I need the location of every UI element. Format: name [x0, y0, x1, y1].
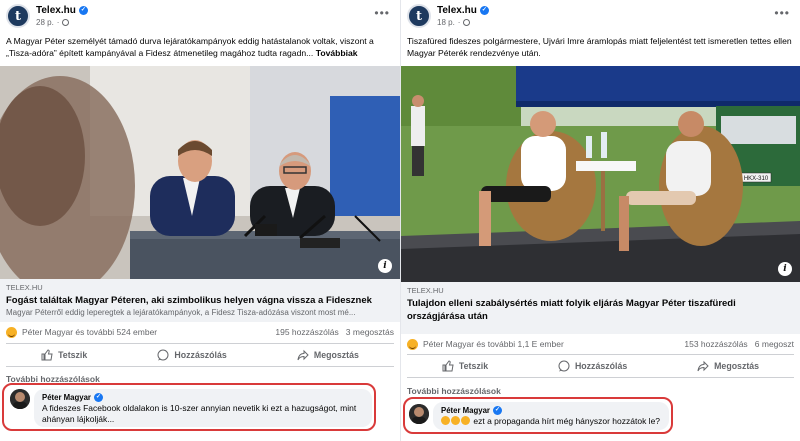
- public-globe-icon: [463, 19, 471, 26]
- share-label: Megosztás: [313, 350, 359, 360]
- post-time-text: 28 p.: [36, 18, 54, 27]
- post-actions: Tetszik Hozzászólás Megosztás: [6, 343, 394, 367]
- page-name-link[interactable]: Telex.hu ✓: [36, 5, 88, 16]
- link-preview-card[interactable]: TELEX.HU Tulajdon elleni szabálysértés m…: [401, 282, 800, 334]
- more-options-icon[interactable]: •••: [374, 6, 390, 20]
- outdoor-stage-photo: HKX-310: [401, 66, 800, 282]
- thumbs-up-icon: [442, 360, 454, 372]
- shares-count[interactable]: 3 megosztás: [346, 327, 394, 337]
- link-preview-image[interactable]: HKX-310 i: [401, 66, 800, 282]
- post-actions: Tetszik Hozzászólás Megosztás: [407, 354, 794, 378]
- like-label: Tetszik: [58, 350, 88, 360]
- verified-badge-icon: ✓: [93, 393, 103, 402]
- comment-author-link[interactable]: Péter Magyar ✓: [42, 393, 364, 402]
- commenter-avatar[interactable]: [10, 389, 30, 409]
- laughing-emoji-icon: [451, 416, 460, 425]
- post-time-text: 18 p.: [437, 18, 455, 27]
- verified-badge-icon: ✓: [78, 6, 88, 15]
- link-title: Tulajdon elleni szabálysértés miatt foly…: [407, 298, 736, 322]
- comment-text: A fideszes Facebook oldalakon is 10-szer…: [42, 403, 357, 424]
- reactions-text[interactable]: Péter Magyar és további 1,1 E ember: [423, 339, 684, 349]
- reactions-summary: Péter Magyar és további 1,1 E ember 153 …: [407, 337, 794, 351]
- highlighted-comment: Péter Magyar ✓ ezt a propaganda hírt még…: [403, 397, 673, 434]
- truck-plate-text: HKX-310: [744, 176, 769, 182]
- page-name-text: Telex.hu: [36, 5, 76, 16]
- comments-count[interactable]: 153 hozzászólás: [684, 339, 747, 349]
- page-avatar[interactable]: t: [407, 4, 431, 28]
- page-avatar[interactable]: t: [6, 4, 30, 28]
- commenter-avatar[interactable]: [409, 404, 429, 424]
- link-domain: TELEX.HU: [407, 286, 444, 295]
- reactions-text[interactable]: Péter Magyar és további 524 ember: [22, 327, 275, 337]
- comment-body: ezt a propaganda hírt még hányszor hozzá…: [473, 416, 661, 426]
- like-button[interactable]: Tetszik: [442, 360, 488, 372]
- public-globe-icon: [62, 19, 70, 26]
- link-description: Magyar Péterről eddig leperegtek a lejár…: [6, 308, 356, 317]
- more-comments-link[interactable]: További hozzászólások: [407, 386, 501, 396]
- post-timestamp[interactable]: 18 p. ·: [437, 18, 471, 27]
- info-icon[interactable]: i: [378, 259, 392, 273]
- comment-bubble-icon: [558, 360, 570, 372]
- reactions-summary: Péter Magyar és további 524 ember 195 ho…: [6, 325, 394, 339]
- laughing-emoji-icon: [461, 416, 470, 425]
- shares-count[interactable]: 6 megoszt: [755, 339, 794, 349]
- share-label: Megosztás: [714, 361, 760, 371]
- comment-label: Hozzászólás: [574, 361, 628, 371]
- share-arrow-icon: [297, 349, 309, 361]
- highlighted-comment: Péter Magyar ✓ A fideszes Facebook oldal…: [2, 383, 376, 431]
- page-name-text: Telex.hu: [437, 5, 477, 16]
- link-domain: TELEX.HU: [6, 283, 43, 292]
- comment-bubble-icon: [157, 349, 169, 361]
- post-body-text: Tiszafüred fideszes polgármestere, Ujvár…: [407, 36, 792, 58]
- comment-author-name: Péter Magyar: [441, 406, 490, 415]
- comment-bubble: Péter Magyar ✓ ezt a propaganda hírt még…: [433, 402, 669, 430]
- like-button[interactable]: Tetszik: [41, 349, 87, 361]
- comments-count[interactable]: 195 hozzászólás: [275, 327, 338, 337]
- comment-bubble: Péter Magyar ✓ A fideszes Facebook oldal…: [34, 389, 372, 427]
- haha-reaction-icon: [6, 326, 17, 338]
- like-label: Tetszik: [458, 361, 489, 371]
- post-card-left: t Telex.hu ✓ 28 p. · ••• A Magyar Péter …: [0, 0, 400, 441]
- haha-reaction-icon: [407, 338, 418, 350]
- post-header: t Telex.hu ✓ 28 p. · •••: [0, 0, 400, 32]
- see-more-link[interactable]: Továbbiak: [316, 48, 358, 58]
- share-arrow-icon: [697, 360, 709, 372]
- share-button[interactable]: Megosztás: [297, 349, 359, 361]
- laughing-emoji-icon: [441, 416, 450, 425]
- comment-label: Hozzászólás: [174, 350, 227, 360]
- page-name-link[interactable]: Telex.hu ✓: [437, 5, 489, 16]
- link-title: Fogást találtak Magyar Péteren, aki szim…: [6, 295, 372, 306]
- thumbs-up-icon: [41, 349, 53, 361]
- comment-text: ezt a propaganda hírt még hányszor hozzá…: [441, 416, 661, 427]
- verified-badge-icon: ✓: [492, 406, 502, 415]
- comment-button[interactable]: Hozzászólás: [157, 349, 227, 361]
- comment-author-link[interactable]: Péter Magyar ✓: [441, 406, 661, 415]
- comment-author-name: Péter Magyar: [42, 393, 91, 402]
- share-button[interactable]: Megosztás: [697, 360, 759, 372]
- verified-badge-icon: ✓: [479, 6, 489, 15]
- post-header: t Telex.hu ✓ 18 p. · •••: [401, 0, 800, 32]
- press-conference-photo: [0, 66, 400, 279]
- post-text: A Magyar Péter személyét támadó durva le…: [6, 35, 394, 59]
- info-icon[interactable]: i: [778, 262, 792, 276]
- post-timestamp[interactable]: 28 p. ·: [36, 18, 70, 27]
- post-card-right: t Telex.hu ✓ 18 p. · ••• Tiszafüred fide…: [400, 0, 800, 441]
- more-options-icon[interactable]: •••: [774, 6, 790, 20]
- link-preview-card[interactable]: TELEX.HU Fogást találtak Magyar Péteren,…: [0, 279, 400, 322]
- post-text: Tiszafüred fideszes polgármestere, Ujvár…: [407, 35, 795, 59]
- link-preview-image[interactable]: i: [0, 66, 400, 279]
- comment-button[interactable]: Hozzászólás: [558, 360, 627, 372]
